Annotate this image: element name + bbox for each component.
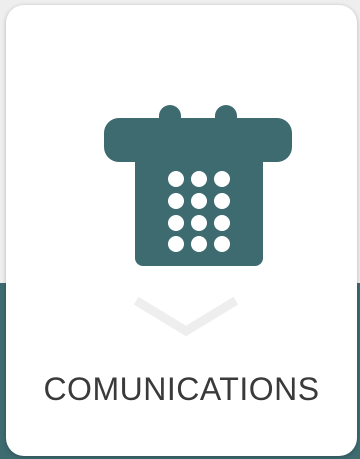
chevron-down-icon (134, 297, 238, 337)
communications-card[interactable]: COMUNICATIONS (6, 5, 357, 456)
telephone-icon (104, 105, 292, 266)
card-title: COMUNICATIONS (43, 371, 320, 407)
